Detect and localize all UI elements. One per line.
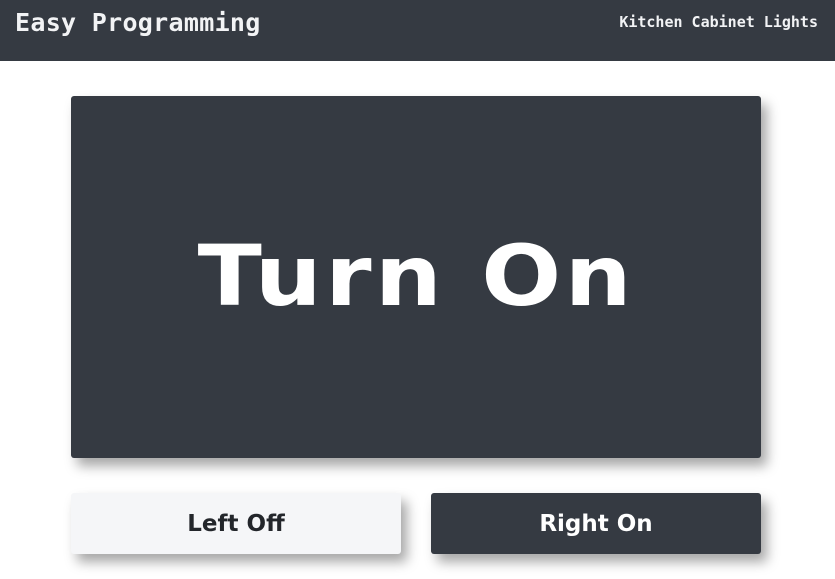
right-on-button[interactable]: Right On (431, 493, 761, 554)
turn-on-label: Turn On (197, 227, 635, 325)
right-on-label: Right On (539, 510, 653, 537)
top-bar: Easy Programming Kitchen Cabinet Lights (0, 0, 835, 61)
brand-title[interactable]: Easy Programming (15, 8, 261, 38)
page-title: Kitchen Cabinet Lights (619, 13, 818, 31)
left-off-button[interactable]: Left Off (71, 493, 401, 554)
left-off-label: Left Off (187, 510, 285, 537)
turn-on-button[interactable]: Turn On (71, 96, 761, 458)
